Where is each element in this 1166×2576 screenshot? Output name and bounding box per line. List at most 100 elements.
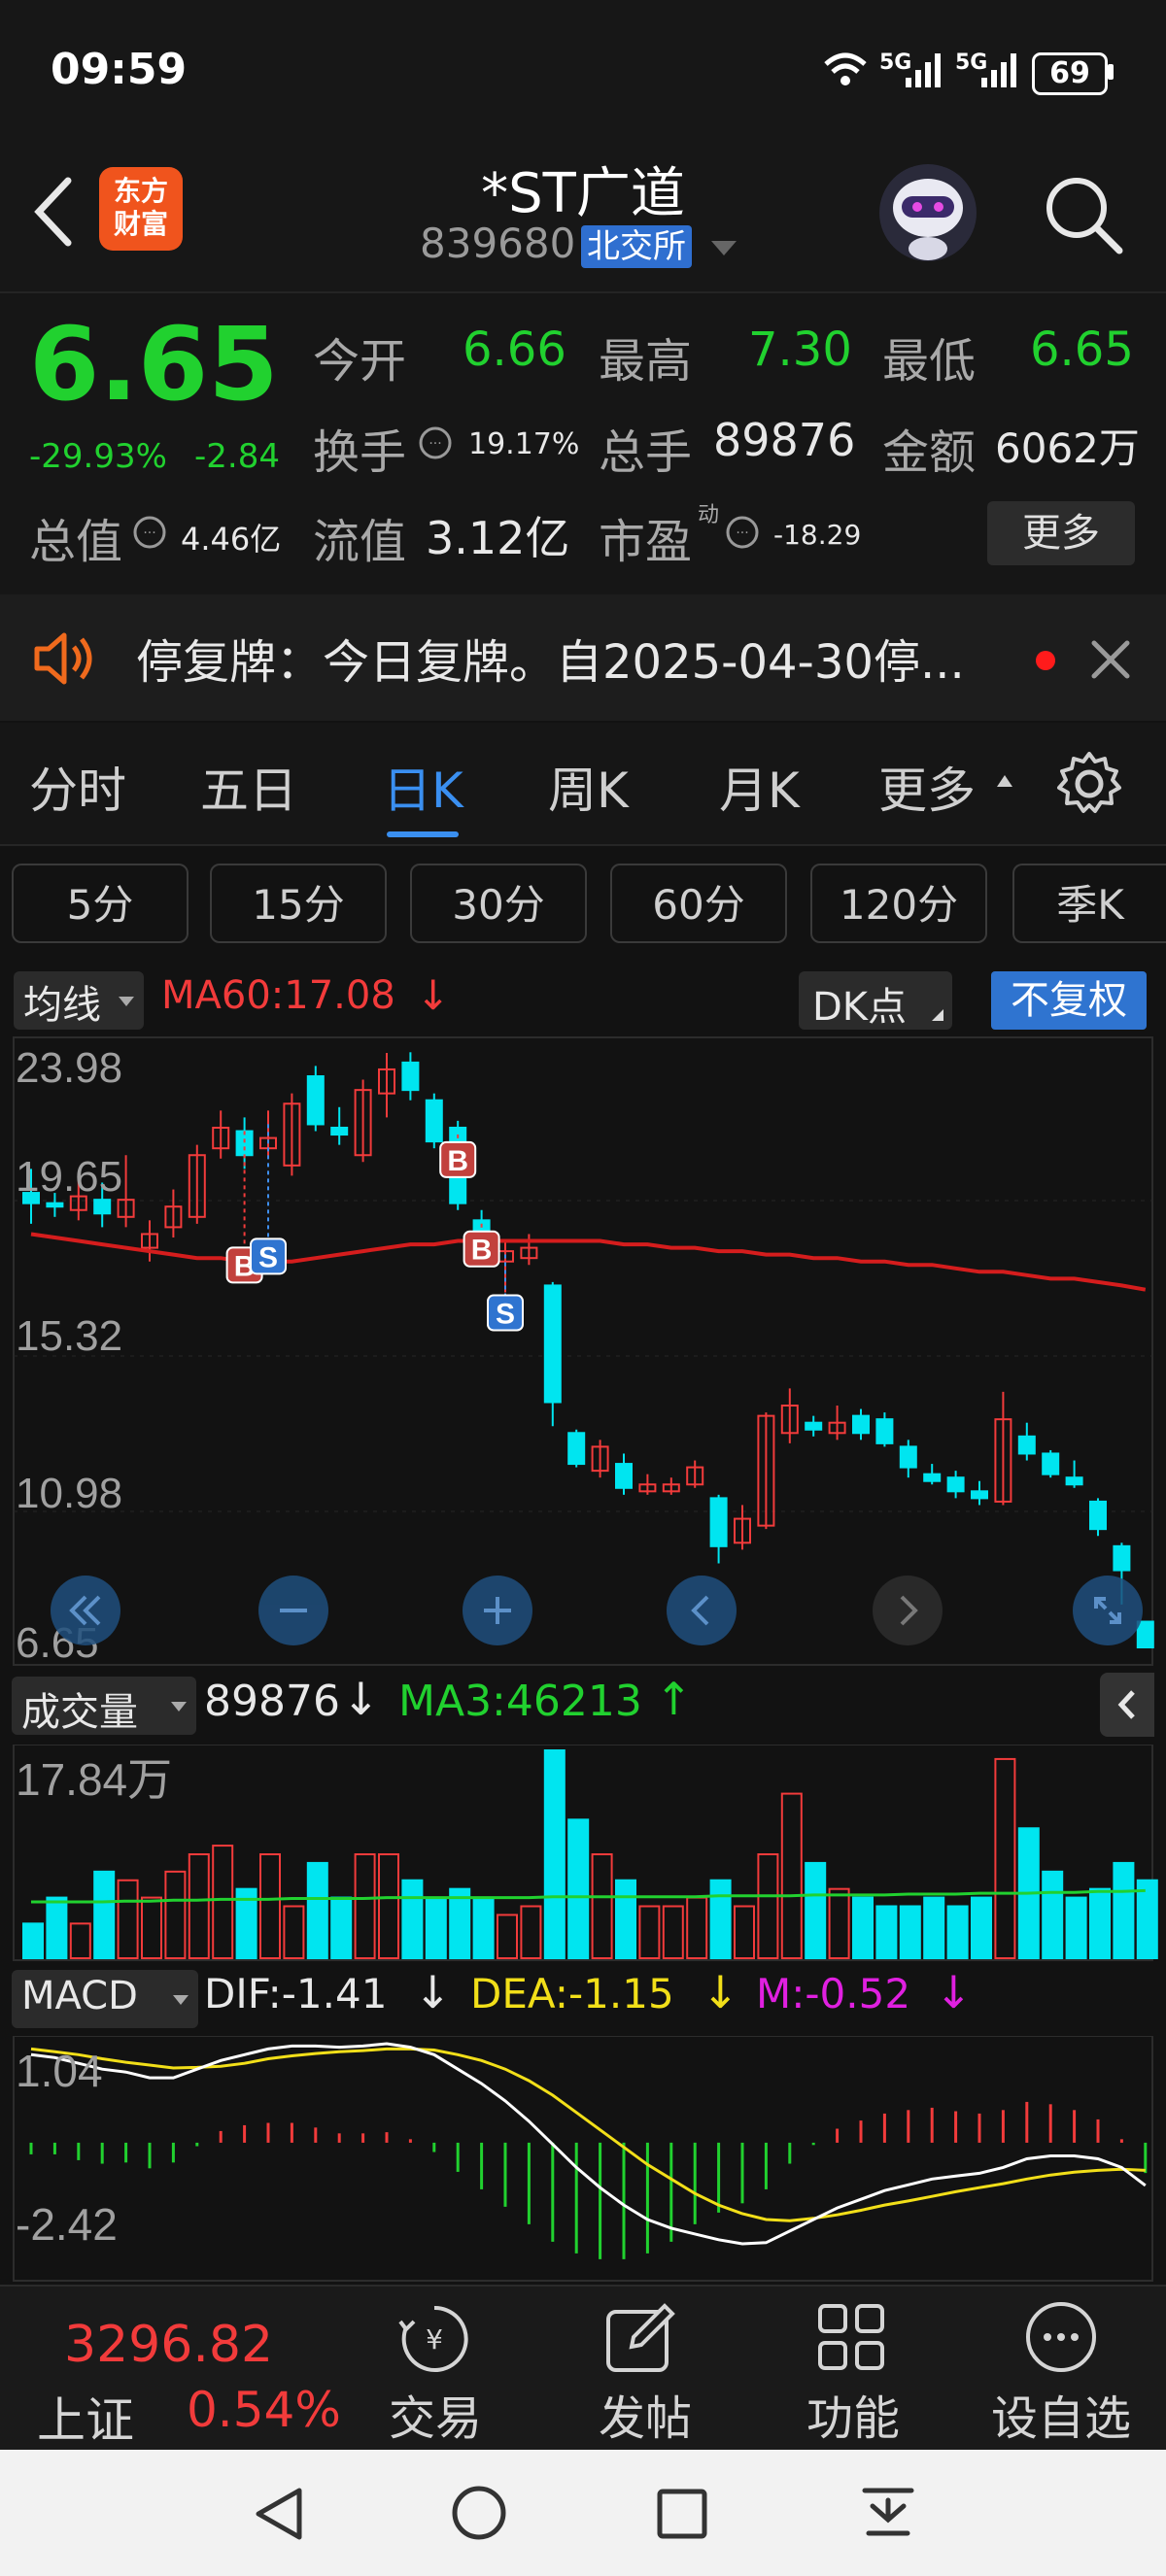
exchange-dropdown-icon[interactable] [709,239,738,258]
tab-weekly-k[interactable]: 周K [548,752,629,822]
volume-bar [401,1879,424,1959]
volume-bar [188,1853,210,1959]
low-value: 6.65 [1030,322,1134,377]
nav-post[interactable]: 发帖 [548,2380,742,2448]
period-120min[interactable]: 120分 [810,864,987,943]
candle [805,1415,823,1437]
index-pct[interactable]: 0.54% [187,2382,341,2438]
system-dropdown-icon[interactable] [859,2485,917,2543]
volume-ma3: MA3:46213 [398,1677,642,1726]
candle [780,1388,799,1443]
system-recents-icon[interactable] [655,2487,709,2541]
volume-chart[interactable]: 17.84万 [0,1745,1166,1962]
volume-bar [615,1879,636,1959]
scroll-left-button[interactable] [667,1576,737,1645]
candle [401,1052,420,1101]
index-name[interactable]: 上证 [37,2382,134,2452]
dk-point-dropdown[interactable]: DK点 [799,971,952,1030]
volume-bar [69,1922,91,1959]
corner-caret-icon [932,1009,943,1021]
period-tabs: 5分 15分 30分 60分 120分 季K [0,846,1166,963]
scroll-start-button[interactable] [51,1576,120,1645]
volume-bar [46,1896,68,1959]
macd-dif: DIF:-1.41 [204,1970,388,2017]
tab-daily-k[interactable]: 日K [383,752,463,822]
ma-dropdown[interactable]: 均线 [14,971,144,1030]
period-60min[interactable]: 60分 [610,864,787,943]
function-grid-icon[interactable] [816,2302,886,2372]
candle [354,1079,372,1163]
battery-tip [1108,64,1114,80]
close-icon[interactable] [1088,637,1133,682]
tab-five-day[interactable]: 五日 [200,752,297,822]
collapse-panel-button[interactable] [1100,1673,1154,1737]
settings-icon[interactable] [1055,750,1123,818]
candle [520,1234,538,1266]
last-price: 6.65 [29,305,279,424]
dk-point-label: DK点 [812,985,908,1030]
volume-y-label: 17.84万 [16,1754,172,1805]
candle [686,1460,704,1488]
wifi-icon [824,52,867,85]
system-back-icon[interactable] [251,2485,305,2543]
volume-bar [994,1757,1016,1959]
zoom-in-button[interactable] [463,1576,532,1645]
active-tab-indicator [387,831,459,837]
volume-bar [686,1896,708,1959]
volume-bar [425,1896,447,1959]
tab-more[interactable]: 更多 [878,752,976,822]
volume-bar [1042,1870,1064,1959]
macd-dropdown[interactable]: MACD [12,1970,198,2028]
period-5min[interactable]: 5分 [12,864,189,943]
notice-bar[interactable]: 停复牌：今日复牌。自2025-04-30停... [0,594,1166,721]
ma-dropdown-label: 均线 [23,983,101,1028]
quote-panel: 6.65 -29.93% -2.84 今开 6.66 最高 7.30 最低 6.… [0,291,1166,594]
chevron-right-icon [900,1595,918,1626]
volume-bar [472,1896,495,1959]
volume-bar [875,1905,898,1959]
tab-intraday[interactable]: 分时 [29,752,126,822]
adjust-mode-button[interactable]: 不复权 [991,971,1147,1030]
tab-monthly-k[interactable]: 月K [719,752,800,822]
volume-current: 89876 [204,1677,340,1726]
ma60-arrow: ↓ [416,971,451,1019]
chevron-left-icon [1117,1690,1135,1719]
stock-name: *ST广道 [481,162,685,225]
notice-text: 停复牌：今日复牌。自2025-04-30停... [136,635,965,690]
search-icon[interactable] [1040,171,1127,258]
volume-bar [306,1861,328,1959]
robot-assistant-icon[interactable] [874,159,981,266]
system-home-icon[interactable] [449,2483,509,2543]
more-button[interactable]: 更多 [987,501,1135,565]
unread-dot [1036,651,1055,670]
more-dots-icon[interactable] [1022,2298,1100,2376]
float-cap-label: 流值 [313,515,407,569]
info-icon[interactable]: ··· [725,515,760,550]
index-value[interactable]: 3296.82 [64,2316,273,2374]
trade-icon[interactable]: ¥ [391,2300,478,2378]
volume-bar [852,1896,874,1959]
candle [543,1281,562,1427]
market-cap-value: 4.46亿 [181,521,282,558]
volume-bar [1065,1896,1087,1959]
scroll-right-button[interactable] [873,1576,943,1645]
period-15min[interactable]: 15分 [210,864,387,943]
fullscreen-button[interactable] [1073,1576,1143,1645]
nav-add-watchlist[interactable]: 设自选 [964,2380,1158,2448]
volume-dropdown[interactable]: 成交量 [12,1677,196,1735]
nav-trade[interactable]: 交易 [338,2380,532,2448]
back-icon[interactable] [29,173,78,251]
info-icon[interactable]: ··· [132,515,167,550]
period-quarter-k[interactable]: 季K [1012,864,1166,943]
zoom-out-button[interactable] [258,1576,328,1645]
volume-bar [638,1905,661,1959]
kline-chart[interactable]: B SBBS 23.98 19.65 15.32 10.98 6.65 [0,1035,1166,1667]
period-30min[interactable]: 30分 [410,864,587,943]
macd-chart[interactable]: 1.04 -2.42 [0,2036,1166,2285]
info-icon[interactable]: ··· [418,425,453,460]
nav-function[interactable]: 功能 [756,2380,950,2448]
candle [875,1412,894,1447]
open-value: 6.66 [463,322,566,377]
amount-label: 金额 [882,425,977,480]
post-icon[interactable] [602,2300,680,2378]
